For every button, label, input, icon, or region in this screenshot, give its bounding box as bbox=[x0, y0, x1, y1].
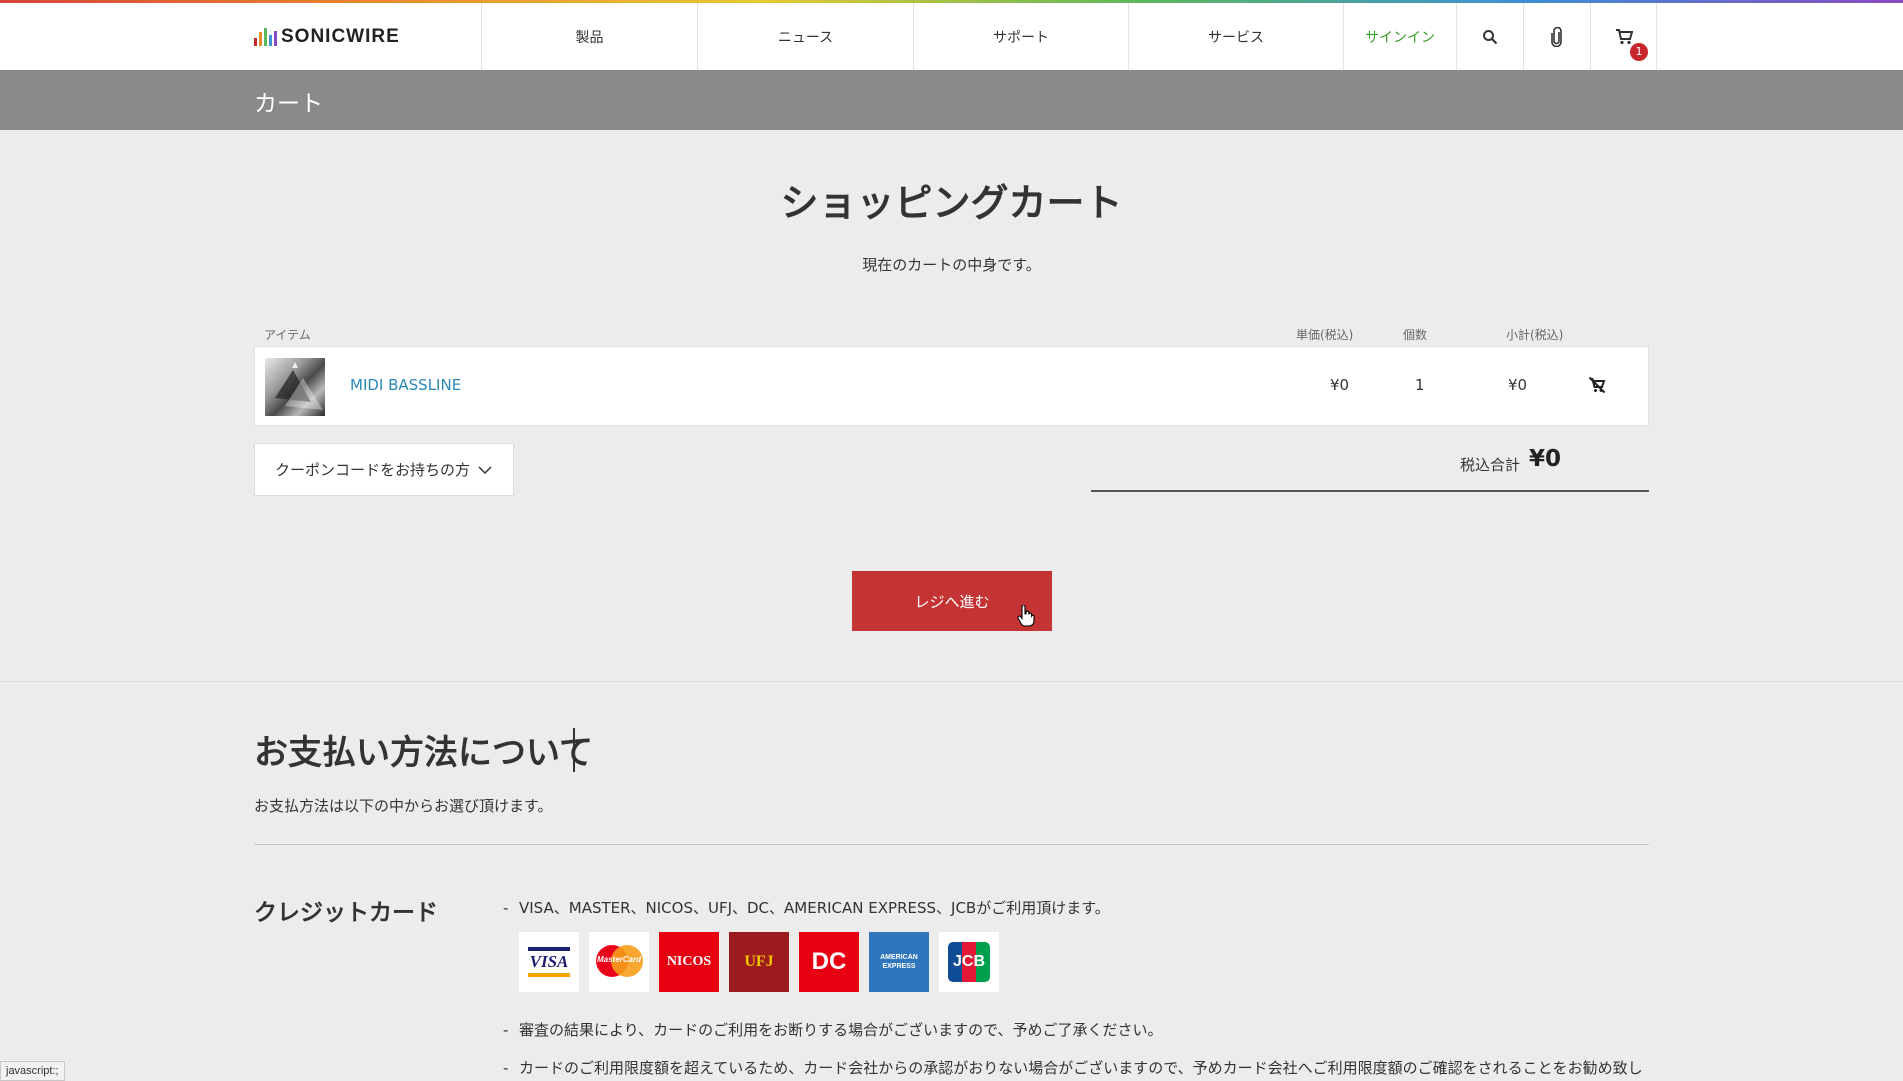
nav-support-label: サポート bbox=[993, 29, 1049, 46]
nav-support[interactable]: サポート bbox=[913, 3, 1128, 70]
nicos-logo-text: NICOS bbox=[666, 954, 712, 969]
visa-logo-text: VISA bbox=[527, 947, 571, 977]
coupon-label: クーポンコードをお持ちの方 bbox=[275, 461, 471, 479]
chevron-down-icon bbox=[478, 465, 492, 474]
mastercard-circles: MasterCard bbox=[593, 945, 645, 979]
logo-text: SONICWIRE bbox=[281, 26, 400, 47]
coupon-toggle-button[interactable]: クーポンコードをお持ちの方 bbox=[254, 443, 514, 496]
cart-heading: ショッピングカート bbox=[780, 181, 1123, 225]
jcb-logo-text: JCB bbox=[952, 953, 985, 970]
payment-note-1-text: VISA、MASTER、NICOS、UFJ、DC、AMERICAN EXPRES… bbox=[519, 899, 1110, 917]
col-item-header: アイテム bbox=[264, 328, 311, 342]
cart-item-row: MIDI BASSLINE ¥0 1 ¥0 bbox=[254, 346, 1649, 426]
cart-subtitle: 現在のカートの中身です。 bbox=[862, 256, 1041, 274]
dc-logo-text: DC bbox=[811, 948, 847, 975]
payment-divider bbox=[254, 844, 1649, 845]
payment-note-1: - VISA、MASTER、NICOS、UFJ、DC、AMERICAN EXPRE… bbox=[503, 899, 1110, 917]
visa-logo: VISA bbox=[519, 932, 579, 992]
payment-heading: お支払い方法について bbox=[254, 733, 593, 773]
col-subtotal-header: 小計(税込) bbox=[1506, 328, 1564, 342]
payment-note-3-text: カードのご利用限度額を超えているため、カード会社からの承認がおりない場合がござい… bbox=[519, 1059, 1643, 1077]
browser-status-bar: javascript:; bbox=[0, 1061, 65, 1081]
hand-cursor-icon bbox=[1017, 605, 1035, 627]
quantity: 1 bbox=[1415, 376, 1425, 394]
payment-subtitle: お支払方法は以下の中からお選び頂けます。 bbox=[254, 797, 553, 815]
clip-button[interactable] bbox=[1523, 3, 1590, 70]
payment-note-2-text: 審査の結果により、カードのご利用をお断りする場合がございますので、予めご了承くだ… bbox=[519, 1021, 1163, 1039]
nav-services-label: サービス bbox=[1208, 29, 1264, 46]
dc-logo: DC bbox=[799, 932, 859, 992]
text-caret bbox=[573, 728, 575, 772]
total-value: ¥0 bbox=[1529, 446, 1562, 472]
total-label: 税込合計 bbox=[1460, 456, 1521, 474]
amex-logo-text: AMERICAN EXPRESS bbox=[880, 954, 918, 970]
jcb-logo: JCB bbox=[939, 932, 999, 992]
ufj-logo-text: UFJ bbox=[744, 953, 774, 970]
amex-logo: AMERICAN EXPRESS bbox=[869, 932, 929, 992]
col-unit-price-header: 単価(税込) bbox=[1296, 328, 1354, 342]
product-name-link[interactable]: MIDI BASSLINE bbox=[350, 376, 461, 394]
cart-icon bbox=[1615, 28, 1633, 44]
ufj-card-logo: UFJ bbox=[729, 932, 789, 992]
col-qty-header: 個数 bbox=[1403, 328, 1428, 342]
product-art-icon bbox=[275, 362, 323, 410]
mastercard-logo: MasterCard bbox=[589, 932, 649, 992]
page-title-bar: カート bbox=[0, 70, 1903, 130]
payment-note-3: - カードのご利用限度額を超えているため、カード会社からの承認がおりない場合がござ… bbox=[503, 1059, 1643, 1077]
nav-news-label: ニュース bbox=[777, 29, 834, 46]
page-title: カート bbox=[254, 91, 323, 117]
nav-signin-label: サインイン bbox=[1365, 29, 1435, 46]
unit-price: ¥0 bbox=[1330, 376, 1350, 394]
nav-services[interactable]: サービス bbox=[1128, 3, 1343, 70]
remove-item-button[interactable] bbox=[1588, 376, 1606, 398]
cart-count-badge: 1 bbox=[1630, 43, 1648, 61]
order-total: 税込合計 ¥0 bbox=[1091, 436, 1649, 492]
nav-products-label: 製品 bbox=[575, 29, 604, 46]
sonicwire-logo[interactable]: SONICWIRE bbox=[254, 26, 400, 48]
search-icon bbox=[1483, 29, 1498, 44]
subtotal: ¥0 bbox=[1508, 376, 1528, 394]
search-button[interactable] bbox=[1456, 3, 1523, 70]
product-thumbnail[interactable] bbox=[265, 358, 325, 416]
section-divider bbox=[0, 681, 1903, 682]
cart-button[interactable] bbox=[1590, 3, 1657, 70]
site-header: SONICWIRE 製品 ニュース サポート サービス サインイン bbox=[0, 3, 1903, 70]
logo-bars-icon bbox=[254, 28, 277, 46]
nav-news[interactable]: ニュース bbox=[697, 3, 913, 70]
nav-signin[interactable]: サインイン bbox=[1343, 3, 1456, 70]
mastercard-logo-text: MasterCard bbox=[596, 955, 641, 964]
nicos-logo: NICOS bbox=[659, 932, 719, 992]
nav-products[interactable]: 製品 bbox=[481, 3, 697, 70]
remove-cart-icon bbox=[1588, 376, 1606, 394]
checkout-label: レジへ進む bbox=[914, 593, 990, 611]
payment-note-2: - 審査の結果により、カードのご利用をお断りする場合がございますので、予めご了承く… bbox=[503, 1021, 1163, 1039]
paperclip-icon bbox=[1551, 26, 1562, 47]
card-logo-list: VISA MasterCard NICOS UFJ DC AMERICAN EX… bbox=[519, 932, 999, 992]
credit-card-heading: クレジットカード bbox=[254, 900, 438, 926]
